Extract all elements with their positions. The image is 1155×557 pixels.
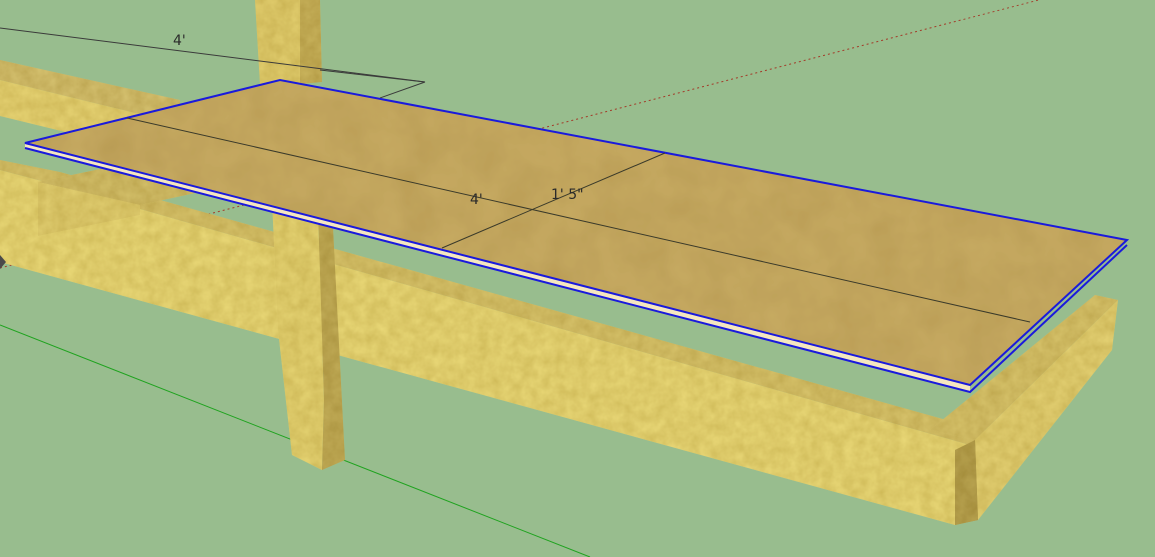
back-post[interactable] <box>255 0 322 84</box>
sketchup-viewport[interactable]: 4' 4' 1' 5" <box>0 0 1155 557</box>
model-scene[interactable] <box>0 0 1155 557</box>
front-post[interactable] <box>272 200 345 470</box>
